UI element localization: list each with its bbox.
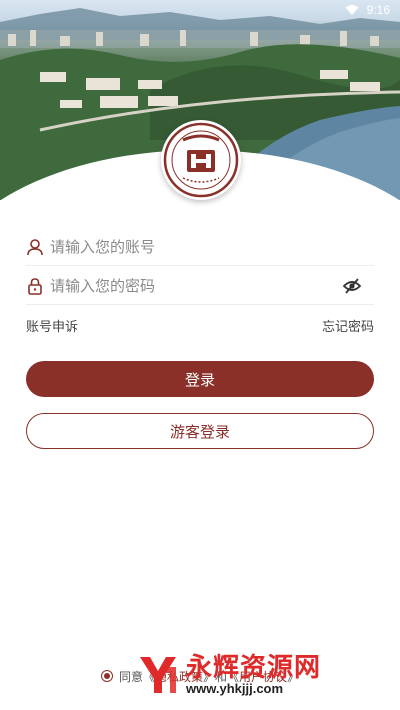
account-appeal-link[interactable]: 账号申诉 [26, 316, 78, 336]
university-seal-icon [163, 122, 239, 198]
watermark: 永辉资源网 www.yhkjjj.com [136, 650, 376, 700]
user-icon [27, 238, 43, 255]
wifi-icon [345, 5, 359, 15]
status-bar: 9:16 [280, 0, 400, 20]
account-input[interactable] [50, 237, 374, 256]
login-button-label: 登录 [184, 370, 215, 389]
forgot-password-link[interactable]: 忘记密码 [322, 316, 374, 336]
lock-icon [28, 277, 42, 295]
watermark-logo-icon [140, 657, 176, 693]
status-time: 9:16 [366, 3, 390, 17]
password-input[interactable] [50, 276, 342, 295]
agreement-radio[interactable] [100, 670, 113, 682]
watermark-title: 永辉资源网 [186, 652, 322, 683]
eye-off-icon[interactable] [342, 276, 362, 296]
watermark-url: www.yhkjjj.com [186, 680, 284, 696]
password-field[interactable] [26, 267, 374, 305]
account-field[interactable] [26, 228, 374, 266]
guest-login-button[interactable]: 游客登录 [26, 413, 374, 449]
university-logo [161, 120, 241, 200]
account-links: 账号申诉 忘记密码 [26, 316, 374, 336]
guest-login-button-label: 游客登录 [169, 422, 230, 441]
login-button[interactable]: 登录 [26, 361, 374, 397]
